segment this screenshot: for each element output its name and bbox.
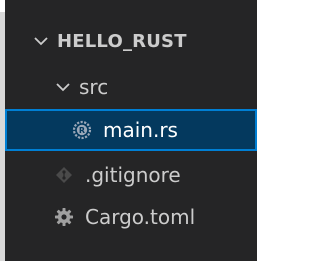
- folder-src[interactable]: src: [5, 66, 257, 108]
- gear-icon: [55, 208, 73, 226]
- folder-hello-rust[interactable]: HELLO_RUST: [5, 20, 257, 62]
- rust-file-icon: R: [72, 120, 92, 140]
- chevron-down-icon: [34, 37, 48, 46]
- svg-text:R: R: [79, 126, 85, 135]
- file-label: .gitignore: [85, 163, 181, 187]
- file-gitignore[interactable]: .gitignore: [5, 154, 257, 196]
- file-main-rs[interactable]: R main.rs: [5, 109, 257, 151]
- chevron-down-icon: [56, 83, 70, 92]
- folder-label: src: [79, 75, 109, 99]
- file-label: main.rs: [103, 118, 178, 142]
- folder-label: HELLO_RUST: [57, 30, 187, 52]
- file-label: Cargo.toml: [85, 205, 196, 229]
- file-cargo-toml[interactable]: Cargo.toml: [5, 196, 257, 238]
- gitignore-file-icon: [56, 167, 72, 183]
- file-explorer-panel: HELLO_RUST src R main.rs .gitignore Carg…: [0, 0, 257, 261]
